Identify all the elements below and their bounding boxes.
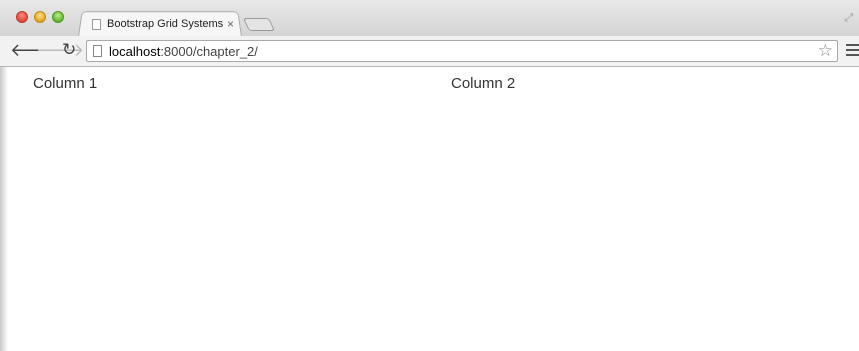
page-icon	[92, 18, 101, 30]
forward-arrow-icon[interactable]: 🡒	[36, 40, 84, 60]
url-path: :8000/chapter_2/	[160, 44, 258, 59]
fullscreen-icon[interactable]: ⤢	[844, 12, 853, 25]
column-1-label: Column 1	[33, 75, 98, 92]
title-bar: Bootstrap Grid Systems × ⤢	[0, 0, 859, 37]
star-icon[interactable]: ☆	[818, 41, 833, 61]
tab-content: Bootstrap Grid Systems ×	[86, 14, 236, 34]
reload-icon[interactable]: ↻	[62, 40, 76, 60]
window-edge-shadow	[0, 67, 8, 351]
address-bar[interactable]: localhost:8000/chapter_2/ ☆	[86, 40, 838, 62]
page-content: Column 1 Column 2	[0, 67, 859, 351]
minimize-window-button[interactable]	[34, 11, 46, 23]
tab-close-icon[interactable]: ×	[227, 17, 234, 31]
maximize-window-button[interactable]	[52, 11, 64, 23]
column-2-label: Column 2	[451, 75, 516, 92]
toolbar: 🡐 🡒 ↻ localhost:8000/chapter_2/ ☆	[0, 36, 859, 67]
url-text[interactable]: localhost:8000/chapter_2/	[109, 44, 258, 59]
tab-title: Bootstrap Grid Systems	[107, 18, 224, 30]
close-window-button[interactable]	[16, 11, 28, 23]
hamburger-menu-icon[interactable]	[846, 44, 859, 59]
new-tab-button[interactable]	[242, 18, 276, 31]
browser-window: Bootstrap Grid Systems × ⤢ 🡐 🡒 ↻ localho…	[0, 0, 859, 351]
url-host: localhost	[109, 44, 161, 59]
page-icon	[93, 45, 102, 57]
